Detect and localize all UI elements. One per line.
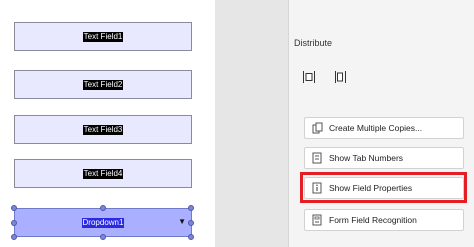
- resize-handle-left[interactable]: [11, 220, 17, 226]
- distribute-horizontal-icon[interactable]: [302, 70, 316, 84]
- tab-numbers-icon: [312, 152, 322, 164]
- text-field-2[interactable]: Text Field2: [14, 70, 192, 99]
- create-multiple-copies-button[interactable]: Create Multiple Copies...: [304, 117, 464, 139]
- field-label: Text Field4: [82, 168, 124, 179]
- field-properties-icon: [312, 182, 322, 194]
- distribute-title: Distribute: [294, 38, 333, 48]
- distribute-vertical-icon[interactable]: [334, 70, 348, 84]
- resize-handle-top-left[interactable]: [11, 205, 17, 211]
- document-canvas: Text Field1 Text Field2 Text Field3 Text…: [0, 0, 215, 247]
- field-label: Text Field1: [82, 31, 124, 42]
- field-label: Text Field2: [82, 79, 124, 90]
- show-field-properties-button[interactable]: Show Field Properties: [304, 177, 464, 199]
- resize-handle-bottom-right[interactable]: [188, 234, 194, 240]
- form-recognition-icon: [312, 214, 322, 226]
- resize-handle-right[interactable]: [188, 220, 194, 226]
- tool-label: Show Tab Numbers: [329, 153, 404, 163]
- show-tab-numbers-button[interactable]: Show Tab Numbers: [304, 147, 464, 169]
- resize-handle-top-right[interactable]: [188, 205, 194, 211]
- tool-label: Show Field Properties: [329, 183, 413, 193]
- dropdown-arrow-icon[interactable]: ▼: [178, 217, 186, 226]
- resize-handle-bottom[interactable]: [100, 234, 106, 240]
- copies-icon: [312, 122, 323, 134]
- tool-label: Form Field Recognition: [329, 215, 417, 225]
- dropdown-label: Dropdown1: [81, 217, 125, 228]
- resize-handle-bottom-left[interactable]: [11, 234, 17, 240]
- canvas-gutter: [215, 0, 288, 247]
- tool-label: Create Multiple Copies...: [329, 123, 423, 133]
- text-field-3[interactable]: Text Field3: [14, 115, 192, 144]
- dropdown-field[interactable]: Dropdown1 ▼: [14, 208, 192, 237]
- field-label: Text Field3: [82, 124, 124, 135]
- resize-handle-top[interactable]: [100, 205, 106, 211]
- form-field-recognition-button[interactable]: Form Field Recognition: [304, 209, 464, 231]
- text-field-4[interactable]: Text Field4: [14, 159, 192, 188]
- text-field-1[interactable]: Text Field1: [14, 22, 192, 51]
